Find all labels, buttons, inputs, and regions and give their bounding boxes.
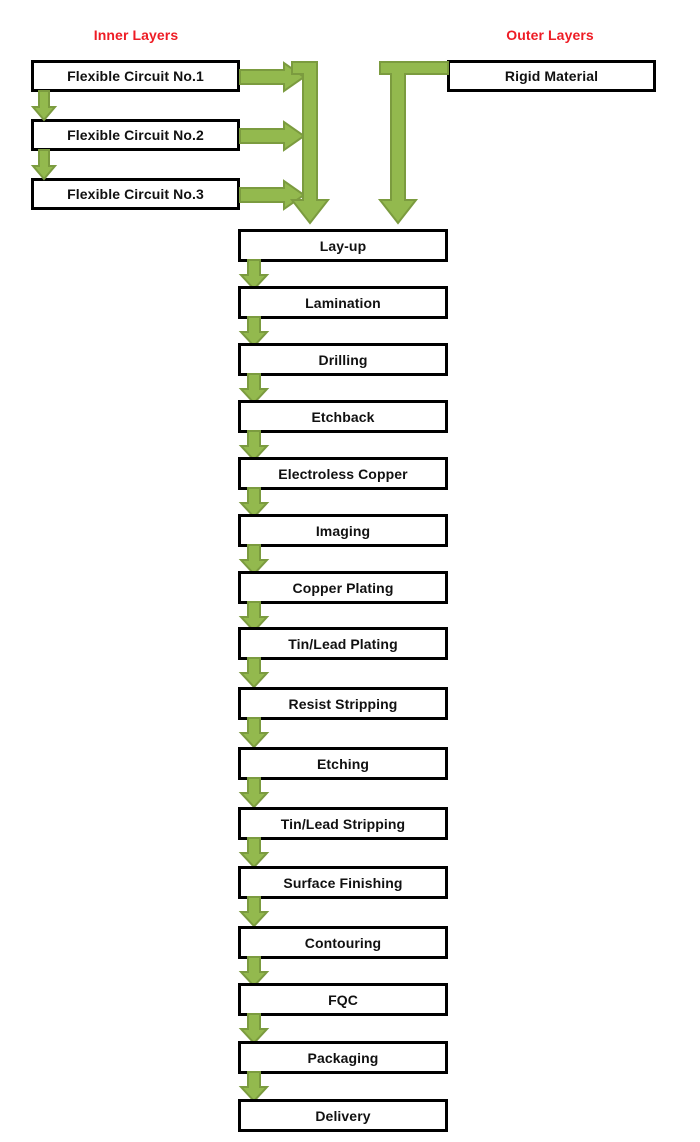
process-step-box-6[interactable]: Imaging — [238, 514, 448, 547]
bus-arrow-icon-inner-to-layup — [289, 61, 331, 225]
down-arrow-icon-step-12-to-13 — [238, 896, 270, 928]
inner-layer-box-2[interactable]: Flexible Circuit No.2 — [31, 119, 240, 151]
inner-layer-box-1-label: Flexible Circuit No.1 — [67, 68, 204, 84]
process-step-box-15[interactable]: Packaging — [238, 1041, 448, 1074]
process-step-box-7[interactable]: Copper Plating — [238, 571, 448, 604]
process-step-label-15: Packaging — [307, 1049, 379, 1066]
inner-layer-box-3[interactable]: Flexible Circuit No.3 — [31, 178, 240, 210]
process-step-box-4[interactable]: Etchback — [238, 400, 448, 433]
process-step-box-10[interactable]: Etching — [238, 747, 448, 780]
process-step-label-16: Delivery — [315, 1107, 371, 1124]
flowchart-canvas: Inner Layers Outer Layers Flexible Circu… — [0, 0, 700, 1142]
down-arrow-icon-fc2-to-fc3 — [30, 149, 58, 181]
process-step-box-5[interactable]: Electroless Copper — [238, 457, 448, 490]
bus-arrow-icon-rigid-to-layup — [377, 61, 449, 225]
outer-layer-box-1[interactable]: Rigid Material — [447, 60, 656, 92]
process-step-label-2: Lamination — [305, 294, 381, 311]
process-step-label-14: FQC — [328, 991, 358, 1008]
process-step-box-16[interactable]: Delivery — [238, 1099, 448, 1132]
process-step-label-13: Contouring — [304, 934, 382, 951]
process-step-label-9: Resist Stripping — [288, 695, 398, 712]
process-step-label-3: Drilling — [318, 351, 368, 368]
process-step-label-7: Copper Plating — [292, 579, 394, 596]
process-step-label-8: Tin/Lead Plating — [288, 635, 398, 652]
outer-layers-heading: Outer Layers — [506, 27, 594, 43]
down-arrow-icon-step-15-to-16 — [238, 1071, 270, 1103]
down-arrow-icon-step-8-to-9 — [238, 657, 270, 689]
down-arrow-icon-step-9-to-10 — [238, 717, 270, 749]
process-step-label-12: Surface Finishing — [283, 874, 403, 891]
process-step-box-9[interactable]: Resist Stripping — [238, 687, 448, 720]
process-step-label-10: Etching — [316, 755, 370, 772]
inner-layers-heading: Inner Layers — [93, 27, 179, 43]
down-arrow-icon-step-10-to-11 — [238, 777, 270, 809]
process-step-box-14[interactable]: FQC — [238, 983, 448, 1016]
process-step-box-3[interactable]: Drilling — [238, 343, 448, 376]
down-arrow-icon-fc1-to-fc2 — [30, 90, 58, 122]
process-step-box-13[interactable]: Contouring — [238, 926, 448, 959]
process-step-label-11: Tin/Lead Stripping — [280, 815, 406, 832]
process-step-label-6: Imaging — [315, 522, 371, 539]
process-step-box-11[interactable]: Tin/Lead Stripping — [238, 807, 448, 840]
outer-layer-box-1-label: Rigid Material — [504, 68, 599, 84]
down-arrow-icon-step-14-to-15 — [238, 1013, 270, 1045]
down-arrow-icon-step-11-to-12 — [238, 837, 270, 869]
process-step-label-5: Electroless Copper — [278, 465, 408, 482]
inner-layer-box-3-label: Flexible Circuit No.3 — [67, 186, 204, 202]
process-step-box-1[interactable]: Lay-up — [238, 229, 448, 262]
process-step-box-2[interactable]: Lamination — [238, 286, 448, 319]
process-step-box-8[interactable]: Tin/Lead Plating — [238, 627, 448, 660]
inner-layer-box-1[interactable]: Flexible Circuit No.1 — [31, 60, 240, 92]
process-step-label-1: Lay-up — [319, 237, 367, 254]
process-step-box-12[interactable]: Surface Finishing — [238, 866, 448, 899]
process-step-label-4: Etchback — [311, 408, 375, 425]
inner-layer-box-2-label: Flexible Circuit No.2 — [67, 127, 204, 143]
